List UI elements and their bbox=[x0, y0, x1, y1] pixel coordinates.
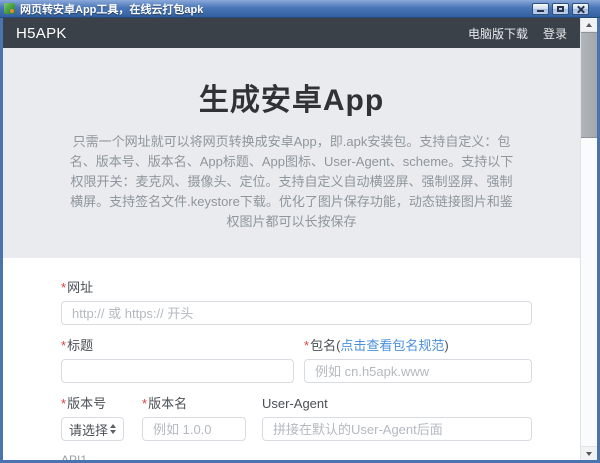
field-user-agent: User-Agent bbox=[262, 396, 532, 441]
required-marker: * bbox=[142, 396, 147, 411]
client-area: H5APK 电脑版下载 登录 生成安卓App 只需一个网址就可以将网页转换成安卓… bbox=[3, 18, 597, 460]
field-url: *网址 bbox=[61, 280, 532, 325]
package-label: *包名(点击查看包名规范) bbox=[304, 338, 532, 353]
url-input[interactable] bbox=[61, 301, 532, 325]
maximize-icon bbox=[557, 6, 564, 12]
minimize-icon bbox=[537, 10, 544, 12]
window-app-icon bbox=[4, 3, 15, 14]
window-controls bbox=[532, 3, 589, 15]
required-marker: * bbox=[61, 280, 66, 295]
page-description: 只需一个网址就可以将网页转换成安卓App，即.apk安装包。支持自定义：包名、版… bbox=[67, 132, 517, 232]
app-title-label: *标题 bbox=[61, 338, 294, 353]
brand-logo[interactable]: H5APK bbox=[16, 25, 67, 42]
select-updown-icon bbox=[110, 424, 116, 434]
scroll-up-button[interactable] bbox=[581, 18, 597, 32]
scroll-down-button[interactable] bbox=[581, 446, 597, 460]
vertical-scrollbar[interactable] bbox=[580, 18, 597, 460]
version-code-selected-value: 请选择 bbox=[69, 420, 108, 439]
user-agent-input[interactable] bbox=[262, 417, 532, 441]
webpage: H5APK 电脑版下载 登录 生成安卓App 只需一个网址就可以将网页转换成安卓… bbox=[3, 18, 580, 460]
url-label: *网址 bbox=[61, 280, 532, 295]
window-frame: H5APK 电脑版下载 登录 生成安卓App 只需一个网址就可以将网页转换成安卓… bbox=[0, 18, 600, 463]
scrollbar-thumb[interactable] bbox=[581, 32, 597, 138]
required-marker: * bbox=[304, 338, 309, 353]
page-title: 生成安卓App bbox=[3, 75, 580, 119]
close-button[interactable] bbox=[572, 3, 589, 15]
minimize-button[interactable] bbox=[532, 3, 549, 15]
site-header: H5APK 电脑版下载 登录 bbox=[3, 18, 580, 48]
field-app-title: *标题 bbox=[61, 338, 294, 383]
api-level-text: API1 bbox=[61, 453, 532, 460]
maximize-button[interactable] bbox=[552, 3, 569, 15]
row-title-package: *标题 *包名(点击查看包名规范) bbox=[61, 338, 532, 383]
field-version-name: *版本名 bbox=[142, 396, 246, 441]
nav-link-login[interactable]: 登录 bbox=[543, 25, 567, 42]
required-marker: * bbox=[61, 396, 66, 411]
version-code-label: *版本号 bbox=[61, 396, 124, 411]
hero-section: 生成安卓App 只需一个网址就可以将网页转换成安卓App，即.apk安装包。支持… bbox=[3, 48, 580, 258]
required-marker: * bbox=[61, 338, 66, 353]
app-form: *网址 *标题 *包名(点击查看包名规范) bbox=[3, 258, 580, 460]
package-name-input[interactable] bbox=[304, 359, 532, 383]
row-version-ua: *版本号 请选择 *版本名 bbox=[61, 396, 532, 441]
app-window: 网页转安卓App工具，在线云打包apk H5APK 电脑版下载 登录 bbox=[0, 0, 600, 463]
window-title: 网页转安卓App工具，在线云打包apk bbox=[20, 1, 203, 17]
package-spec-link[interactable]: 点击查看包名规范 bbox=[340, 338, 444, 353]
chevron-up-icon bbox=[110, 424, 116, 428]
chevron-down-icon bbox=[110, 430, 116, 434]
user-agent-label: User-Agent bbox=[262, 396, 532, 411]
version-name-input[interactable] bbox=[142, 417, 246, 441]
field-version-code: *版本号 请选择 bbox=[61, 396, 124, 441]
nav-link-pc-download[interactable]: 电脑版下载 bbox=[468, 25, 528, 42]
version-code-select[interactable]: 请选择 bbox=[61, 417, 124, 441]
version-name-label: *版本名 bbox=[142, 396, 246, 411]
field-package-name: *包名(点击查看包名规范) bbox=[304, 338, 532, 383]
titlebar: 网页转安卓App工具，在线云打包apk bbox=[0, 0, 600, 18]
scroll-down-icon bbox=[586, 452, 592, 456]
site-nav: 电脑版下载 登录 bbox=[468, 25, 567, 42]
scroll-up-icon bbox=[586, 23, 592, 27]
app-title-input[interactable] bbox=[61, 359, 294, 383]
close-icon bbox=[577, 5, 585, 13]
